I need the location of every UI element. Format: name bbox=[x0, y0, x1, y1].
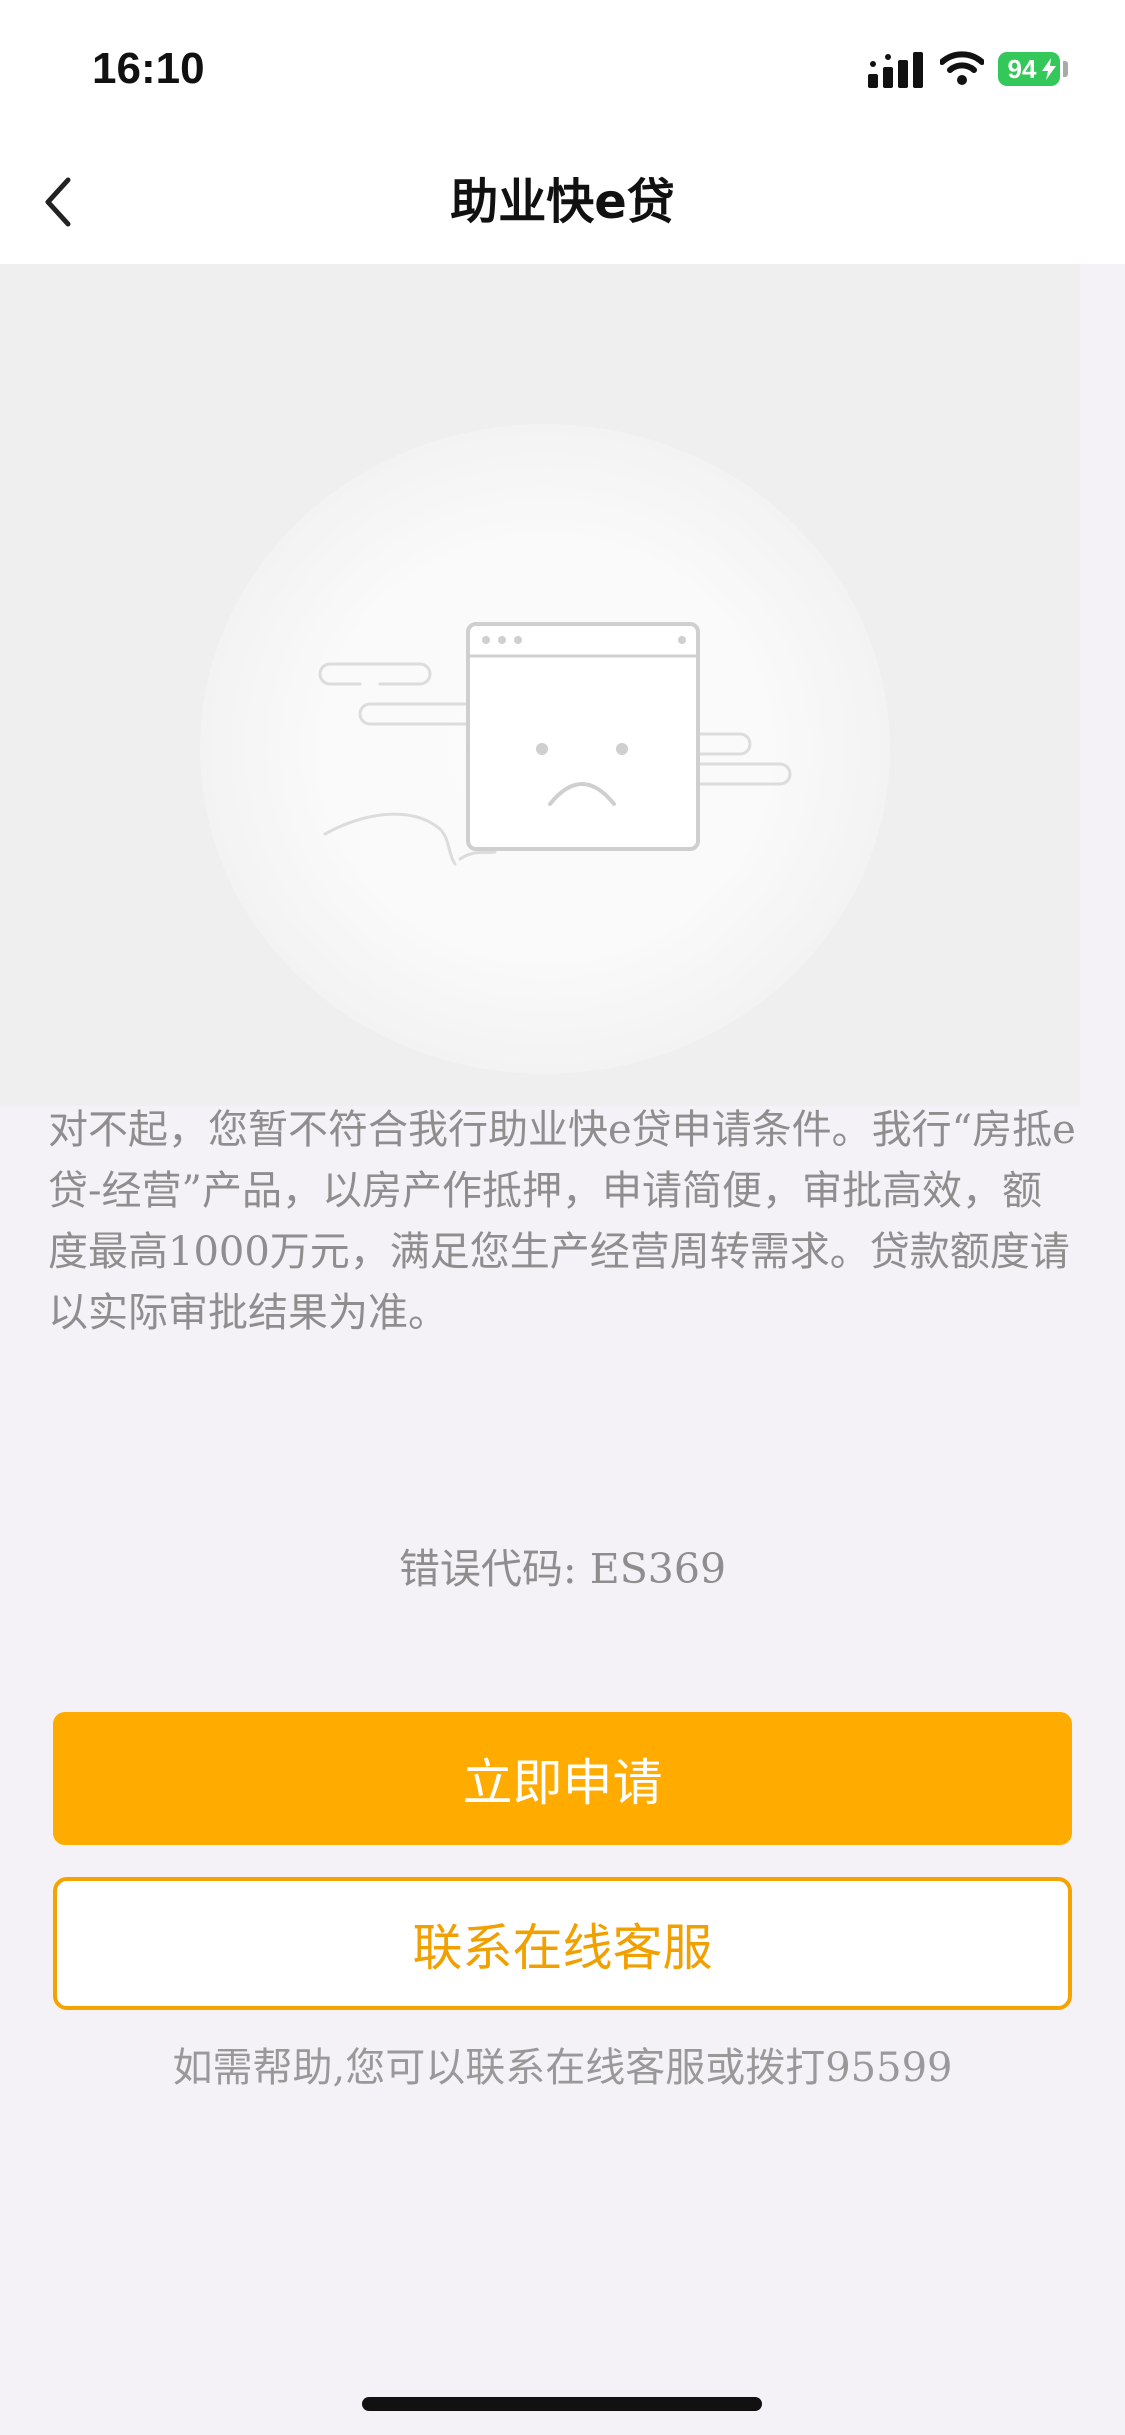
home-indicator[interactable] bbox=[362, 2397, 762, 2411]
cellular-signal-icon bbox=[868, 52, 923, 88]
navigation-bar: 助业快e贷 bbox=[0, 140, 1125, 264]
status-time: 16:10 bbox=[92, 44, 205, 93]
page-title: 助业快e贷 bbox=[450, 174, 675, 230]
apply-now-button[interactable]: 立即申请 bbox=[53, 1712, 1072, 1845]
error-illustration bbox=[0, 264, 1080, 1106]
contact-online-service-button[interactable]: 联系在线客服 bbox=[53, 1877, 1072, 2010]
battery-level: 94 bbox=[1007, 54, 1037, 84]
sad-browser-window-icon bbox=[318, 622, 792, 866]
battery-icon: 94 bbox=[998, 52, 1060, 86]
error-code: 错误代码: ES369 bbox=[398, 1545, 727, 1593]
ineligible-message: 对不起，您暂不符合我行助业快e贷申请条件。我行“房抵e贷-经营”产品，以房产作抵… bbox=[48, 1107, 1076, 1336]
status-bar: 16:10 94 bbox=[0, 0, 1125, 140]
help-hint: 如需帮助,您可以联系在线客服或拨打95599 bbox=[172, 2045, 953, 2091]
battery-cap bbox=[1063, 61, 1068, 77]
charging-bolt-icon bbox=[1042, 58, 1056, 80]
wifi-icon bbox=[940, 51, 984, 85]
